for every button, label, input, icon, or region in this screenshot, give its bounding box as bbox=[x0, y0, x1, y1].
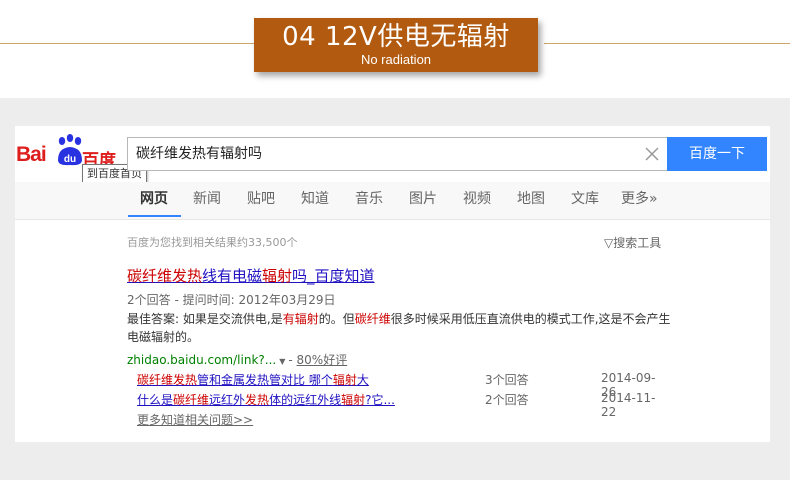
sub-result-row: 什么是碳纤维远红外发热体的远红外线辐射?它... 2个回答 2014-11-22 bbox=[137, 391, 667, 419]
sub-title-em: 辐射 bbox=[341, 393, 366, 407]
search-input[interactable]: 碳纤维发热有辐射吗 bbox=[127, 137, 667, 171]
sub-result-link[interactable]: 什么是碳纤维远红外发热体的远红外线辐射?它... bbox=[137, 391, 395, 408]
sub-title-em: 碳纤维发热 bbox=[137, 373, 198, 387]
result-answer: 最佳答案: 如果是交流供电,是有辐射的。但碳纤维很多时候采用低压直流供电的模式工… bbox=[127, 310, 672, 346]
banner-title: 04 12V供电无辐射 bbox=[282, 22, 510, 52]
logo-text-bai: Bai bbox=[16, 143, 47, 166]
sub-title-em: 碳纤维 bbox=[173, 393, 210, 407]
filter-icon: ▽ bbox=[604, 236, 614, 250]
sub-title-part: 大 bbox=[356, 373, 369, 387]
sub-result-count: 2个回答 bbox=[485, 393, 529, 407]
tab-zhidao[interactable]: 知道 bbox=[301, 190, 329, 208]
result-title-em: 辐射 bbox=[262, 267, 293, 285]
result-rating[interactable]: 80%好评 bbox=[297, 353, 348, 367]
banner-subtitle: No radiation bbox=[360, 52, 432, 67]
active-tab-indicator bbox=[128, 215, 181, 217]
search-tools-label: 搜索工具 bbox=[613, 236, 662, 250]
sub-title-em: 发热 bbox=[245, 393, 270, 407]
tab-images[interactable]: 图片 bbox=[409, 190, 437, 208]
answer-em: 有辐射 bbox=[282, 312, 319, 326]
sub-title-part: 远红外 bbox=[209, 393, 246, 407]
tab-tieba[interactable]: 贴吧 bbox=[247, 190, 275, 208]
feature-banner: 04 12V供电无辐射 No radiation bbox=[254, 18, 538, 72]
result-meta: 2个回答 - 提问时间: 2012年03月29日 bbox=[127, 293, 336, 307]
sub-title-em: 辐射 bbox=[332, 373, 357, 387]
search-tools-button[interactable]: ▽搜索工具 bbox=[604, 234, 661, 251]
result-url-line: zhidao.baidu.com/link?... ▼ - 80%好评 bbox=[127, 351, 347, 368]
url-separator: - bbox=[288, 353, 297, 367]
tab-wenku[interactable]: 文库 bbox=[571, 190, 599, 208]
tab-map[interactable]: 地图 bbox=[517, 190, 545, 208]
result-title-part: 线有电磁 bbox=[202, 267, 263, 285]
search-button[interactable]: 百度一下 bbox=[667, 137, 767, 171]
result-title-link[interactable]: 碳纤维发热线有电磁辐射吗_百度知道 bbox=[127, 265, 375, 286]
sub-result-count: 3个回答 bbox=[485, 373, 529, 387]
tab-music[interactable]: 音乐 bbox=[355, 190, 383, 208]
answer-text: 的。但 bbox=[318, 312, 355, 326]
result-url[interactable]: zhidao.baidu.com/link?... bbox=[127, 353, 276, 367]
answer-em: 碳纤维 bbox=[354, 312, 391, 326]
tab-video[interactable]: 视频 bbox=[463, 190, 491, 208]
tab-news[interactable]: 新闻 bbox=[193, 190, 221, 208]
tab-more[interactable]: 更多» bbox=[621, 190, 658, 208]
result-count: 百度为您找到相关结果约33,500个 bbox=[127, 236, 298, 249]
clear-icon[interactable] bbox=[645, 147, 659, 161]
banner-divider-left bbox=[0, 43, 254, 44]
sub-title-part: ?它... bbox=[365, 393, 395, 407]
sub-title-part: 什么是 bbox=[137, 393, 174, 407]
logo-text-du: du bbox=[64, 154, 76, 165]
sub-result-date: 2014-11-22 bbox=[601, 391, 656, 419]
result-title-em: 碳纤维发热 bbox=[127, 267, 203, 285]
dropdown-arrow-icon[interactable]: ▼ bbox=[279, 357, 285, 366]
sub-title-part: 管和金属发热管对比 哪个 bbox=[197, 373, 333, 387]
sub-result-link[interactable]: 碳纤维发热管和金属发热管对比 哪个辐射大 bbox=[137, 371, 369, 388]
sub-result-row: 碳纤维发热管和金属发热管对比 哪个辐射大 3个回答 2014-09-26 bbox=[137, 371, 667, 399]
banner-divider-right bbox=[544, 43, 790, 44]
answer-text: 最佳答案: 如果是交流供电,是 bbox=[127, 312, 283, 326]
result-title-part: 吗_百度知道 bbox=[292, 267, 375, 285]
sub-title-part: 体的远红外线 bbox=[269, 393, 342, 407]
search-query-text: 碳纤维发热有辐射吗 bbox=[136, 146, 262, 162]
tab-web[interactable]: 网页 bbox=[140, 190, 168, 208]
more-questions-link[interactable]: 更多知道相关问题>> bbox=[137, 411, 253, 428]
